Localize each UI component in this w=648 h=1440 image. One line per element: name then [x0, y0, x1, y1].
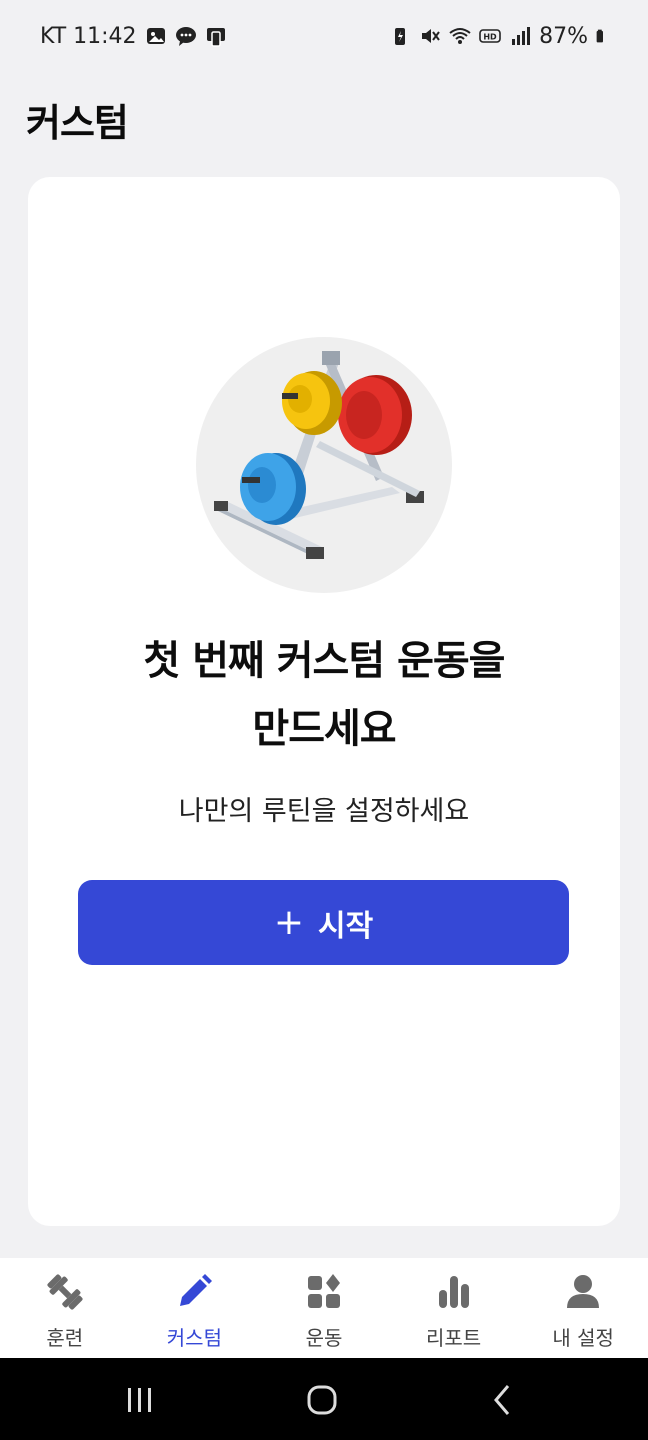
- start-button[interactable]: + 시작: [78, 880, 569, 965]
- battery-percent: 87%: [539, 23, 588, 49]
- bottom-navigation: 훈련 커스텀 운동 리포트 내 설정: [0, 1258, 648, 1358]
- system-navigation-bar: [0, 1358, 648, 1440]
- nav-item-settings[interactable]: 내 설정: [518, 1258, 648, 1358]
- recent-apps-icon[interactable]: [118, 1378, 162, 1422]
- empty-state-headline: 첫 번째 커스텀 운동을 만드세요: [28, 627, 620, 763]
- wifi-icon: [449, 28, 471, 44]
- page-title: 커스텀: [26, 101, 129, 145]
- nav-item-custom[interactable]: 커스텀: [130, 1258, 260, 1358]
- person-icon: [567, 1275, 600, 1308]
- back-icon[interactable]: [482, 1378, 526, 1422]
- weight-plate-rack-illustration: [196, 337, 452, 593]
- nav-item-report[interactable]: 리포트: [389, 1258, 519, 1358]
- status-bar: KT 11:42 HD 87%: [0, 0, 648, 72]
- empty-state-subtitle: 나만의 루틴을 설정하세요: [178, 796, 470, 827]
- battery-saver-icon: [395, 28, 406, 45]
- battery-icon: [596, 29, 603, 43]
- grid-shapes-icon: [307, 1274, 340, 1308]
- bar-chart-icon: [438, 1276, 469, 1308]
- status-right: HD 87%: [389, 22, 610, 50]
- gallery-icon: [146, 28, 165, 44]
- nav-label-report: 리포트: [425, 1326, 482, 1350]
- hd-voice-icon: HD: [479, 29, 501, 43]
- screen-mirror-icon: [206, 28, 225, 47]
- start-button-label: 시작: [317, 908, 374, 944]
- home-icon[interactable]: [300, 1378, 344, 1422]
- mute-icon: [422, 29, 440, 43]
- pencil-icon: [180, 1274, 213, 1306]
- carrier-time: KT 11:42: [40, 23, 137, 49]
- headline-line-1: 첫 번째 커스텀 운동을: [143, 638, 506, 684]
- chat-bubble-icon: [175, 27, 196, 46]
- svg-text:HD: HD: [483, 33, 497, 42]
- dumbbell-icon: [47, 1274, 83, 1310]
- nav-label-exercise: 운동: [305, 1326, 343, 1350]
- signal-icon: [512, 27, 531, 45]
- status-left: KT 11:42: [40, 22, 227, 50]
- headline-line-2: 만드세요: [252, 706, 396, 752]
- nav-label-training: 훈련: [46, 1326, 84, 1350]
- nav-label-custom: 커스텀: [166, 1326, 222, 1350]
- nav-item-training[interactable]: 훈련: [0, 1258, 130, 1358]
- nav-label-settings: 내 설정: [552, 1326, 614, 1350]
- plus-icon: +: [273, 901, 304, 943]
- empty-state-card: 첫 번째 커스텀 운동을 만드세요 나만의 루틴을 설정하세요 + 시작: [28, 177, 620, 1226]
- nav-item-exercise[interactable]: 운동: [259, 1258, 389, 1358]
